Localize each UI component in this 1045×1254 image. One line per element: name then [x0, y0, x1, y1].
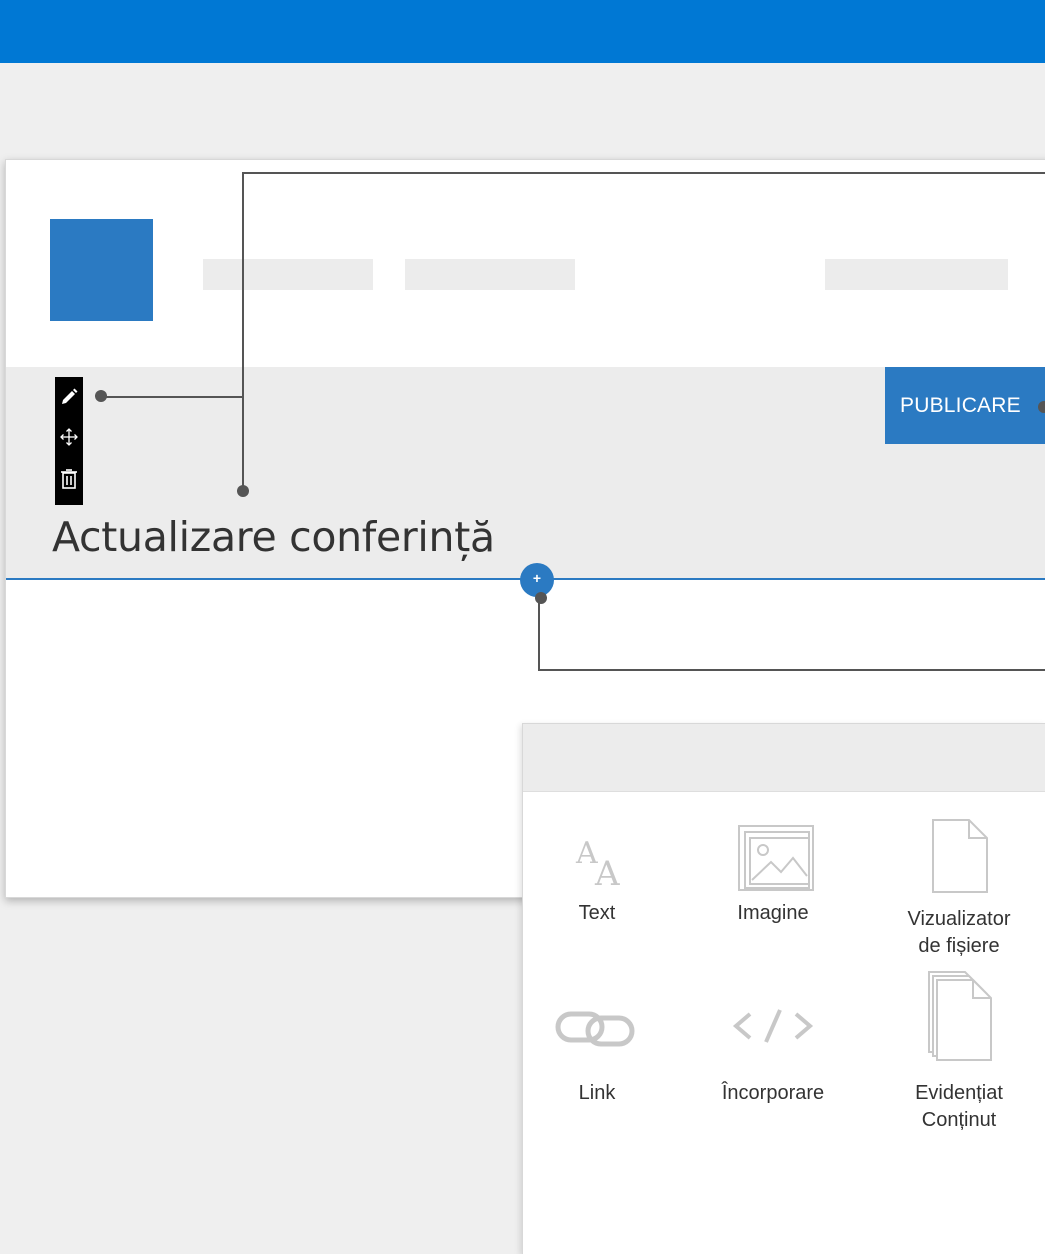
webpart-label: Evidențiat Conținut [915, 1082, 1003, 1131]
svg-text:A: A [594, 854, 620, 889]
delete-button[interactable] [55, 459, 83, 499]
webpart-link[interactable]: Link [517, 984, 677, 1124]
file-icon [932, 819, 988, 893]
embed-icon [732, 1009, 814, 1043]
link-icon [555, 1011, 635, 1047]
webpart-picker: A A Text Imagine Vizualizator de fișiere [522, 723, 1045, 1254]
add-webpart-button[interactable]: + [520, 563, 554, 597]
site-logo[interactable] [50, 219, 153, 321]
webpart-file-viewer[interactable]: Vizualizator de fișiere [879, 814, 1039, 964]
webpart-embed[interactable]: Încorporare [693, 984, 853, 1124]
edit-button[interactable] [55, 377, 83, 417]
nav-placeholder-1 [203, 259, 373, 290]
webpart-label: Link [578, 1082, 616, 1104]
trash-icon [61, 469, 77, 489]
move-button[interactable] [55, 417, 83, 457]
picker-header [523, 724, 1045, 792]
webpart-label: Încorporare [721, 1082, 825, 1104]
webpart-image[interactable]: Imagine [693, 814, 853, 934]
nav-placeholder-3 [825, 259, 1008, 290]
pencil-icon [62, 388, 78, 404]
webpart-text[interactable]: A A Text [517, 814, 677, 934]
move-icon [60, 428, 78, 446]
nav-placeholder-2 [405, 259, 575, 290]
highlighted-content-icon [928, 971, 992, 1061]
publish-button[interactable]: PUBLICARE [885, 367, 1045, 444]
webpart-label: Vizualizator de fișiere [907, 908, 1011, 957]
webpart-label: Text [578, 902, 616, 924]
image-icon [738, 825, 814, 891]
webpart-highlighted-content[interactable]: Evidențiat Conținut [879, 971, 1039, 1154]
text-icon: A A [575, 836, 620, 889]
webpart-toolbar [55, 377, 83, 505]
webpart-label: Imagine [737, 902, 809, 924]
page-title[interactable]: Actualizare conferință [52, 513, 495, 561]
top-suite-bar [0, 0, 1045, 63]
